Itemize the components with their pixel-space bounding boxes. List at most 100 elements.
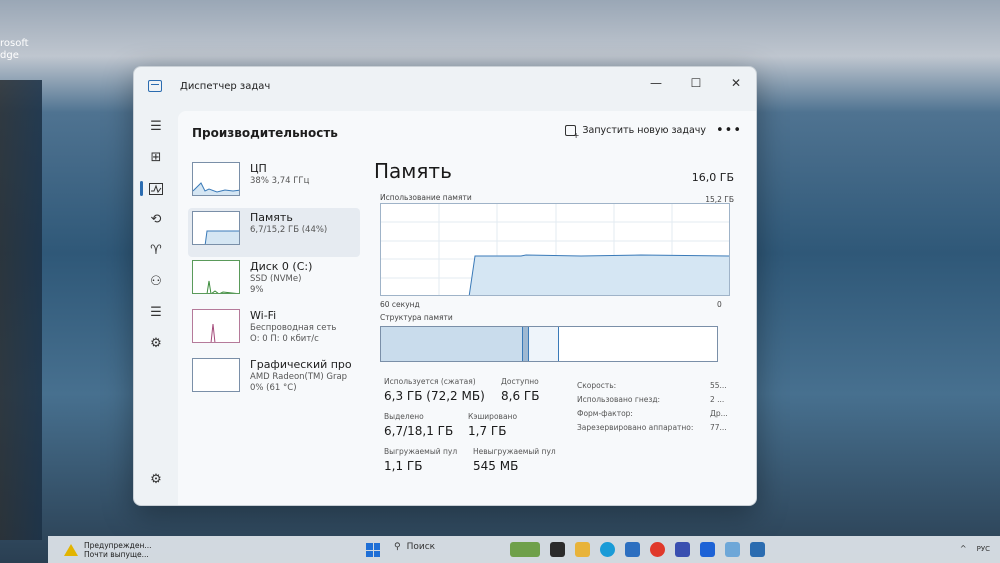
desktop-edge-label: rosoft dge (0, 38, 29, 61)
perf-item-wifi[interactable]: Wi-Fi Беспроводная сеть О: 0 П: 0 кбит/с (188, 306, 360, 355)
stat-label: Доступно (501, 377, 539, 386)
stat-value: 8,6 ГБ (501, 389, 540, 403)
processes-icon[interactable]: ⊞ (134, 142, 178, 173)
prop-value: 2 ... (710, 395, 725, 404)
nav-rail: ☰ ⊞ ⟲ ♈ ⚇ ☰ ⚙ ⚙ (134, 111, 178, 505)
perf-item-name: ЦП (250, 162, 267, 175)
stat-committed: Выделено 6,7/18,1 ГБ (384, 412, 453, 438)
settings-icon[interactable]: ⚙ (134, 464, 178, 495)
prop-key: Скорость: (577, 381, 617, 390)
store-icon[interactable] (625, 542, 640, 557)
close-button[interactable]: ✕ (716, 67, 756, 99)
desktop-edge-icon-label[interactable]: rosoft dge (0, 38, 40, 62)
stat-label: Используется (сжатая) (384, 377, 476, 386)
memory-thumbnail-graph (192, 211, 240, 245)
memory-structure-bar (380, 326, 718, 362)
prop-value: 55... (710, 381, 727, 390)
memory-usage-svg (381, 204, 729, 295)
perf-item-sub: 6,7/15,2 ГБ (44%) (250, 225, 328, 235)
pinned-apps (510, 542, 765, 557)
perf-item-memory[interactable]: Память 6,7/15,2 ГБ (44%) (188, 208, 360, 257)
perf-item-disk[interactable]: Диск 0 (C:) SSD (NVMe) 9% (188, 257, 360, 306)
stat-paged-pool: Выгружаемый пул 1,1 ГБ (384, 447, 457, 473)
content-header: Производительность Запустить новую задач… (178, 111, 756, 155)
perf-item-gpu[interactable]: Графический про AMD Radeon(TM) Grap 0% (… (188, 355, 360, 404)
history-icon[interactable]: ⟲ (134, 204, 178, 235)
perf-item-cpu[interactable]: ЦП 38% 3,74 ГГц (188, 159, 360, 208)
task-manager-taskbar-icon[interactable] (750, 542, 765, 557)
file-explorer-icon[interactable] (575, 542, 590, 557)
perf-item-sub: AMD Radeon(TM) Grap (250, 372, 348, 382)
prop-key: Форм-фактор: (577, 409, 633, 418)
app-icon[interactable] (675, 542, 690, 557)
windows-logo-icon (366, 543, 373, 550)
perf-item-sub2: О: 0 П: 0 кбит/с (250, 334, 319, 344)
perf-item-name: Графический про (250, 358, 352, 371)
perf-item-name: Память (250, 211, 293, 224)
task-manager-app-icon (148, 80, 162, 92)
run-new-task-button[interactable]: Запустить новую задачу (565, 125, 706, 140)
notification-widget[interactable]: Предупрежден... Почти выпуще... (64, 541, 152, 559)
more-options-button[interactable]: ••• (716, 123, 742, 138)
start-button[interactable] (366, 543, 380, 557)
minimize-button[interactable]: — (636, 67, 676, 99)
stat-value: 1,1 ГБ (384, 459, 423, 473)
disk-thumbnail-graph (192, 260, 240, 294)
monitor-bezel (0, 80, 42, 540)
edge-icon[interactable] (600, 542, 615, 557)
yandex-icon[interactable] (650, 542, 665, 557)
performance-content: Производительность Запустить новую задач… (178, 111, 756, 505)
structure-in-use (381, 327, 523, 361)
wifi-thumbnail-graph (192, 309, 240, 343)
perf-item-sub: Беспроводная сеть (250, 323, 337, 333)
stat-label: Невыгружаемый пул (473, 447, 556, 456)
chevron-up-icon[interactable]: ^ (960, 544, 967, 553)
prop-speed: Скорость: 55... (577, 381, 727, 390)
widgets-icon[interactable] (510, 542, 540, 557)
prop-value: 77... (710, 423, 727, 432)
structure-label: Структура памяти (380, 313, 453, 322)
perf-item-sub2: 0% (61 °C) (250, 383, 297, 393)
taskbar-search[interactable]: ⚲ Поиск (394, 542, 435, 552)
performance-icon[interactable] (134, 173, 178, 204)
stat-label: Выделено (384, 412, 424, 421)
stat-value: 6,3 ГБ (72,2 МБ) (384, 389, 485, 403)
structure-standby (529, 327, 559, 361)
perf-item-sub: 38% 3,74 ГГц (250, 176, 310, 186)
details-icon[interactable]: ☰ (134, 297, 178, 328)
prop-form-factor: Форм-фактор: Др... (577, 409, 728, 418)
memory-total: 16,0 ГБ (691, 171, 734, 184)
stat-available: Доступно 8,6 ГБ (501, 377, 539, 403)
dropbox-icon[interactable] (700, 542, 715, 557)
memory-title: Память (374, 159, 452, 183)
search-icon: ⚲ (394, 542, 401, 552)
lang-indicator[interactable]: РУС (977, 545, 990, 553)
task-manager-window: Диспетчер задач — ☐ ✕ ☰ ⊞ ⟲ ♈ ⚇ ☰ ⚙ ⚙ Пр… (133, 66, 757, 506)
hamburger-icon[interactable]: ☰ (134, 111, 178, 142)
titlebar[interactable]: Диспетчер задач — ☐ ✕ (134, 67, 756, 105)
services-icon[interactable]: ⚙ (134, 328, 178, 359)
app-icon[interactable] (725, 542, 740, 557)
run-task-icon (565, 125, 579, 140)
graph-axis-left: 60 секунд (380, 300, 420, 309)
search-label: Поиск (406, 542, 436, 552)
task-view-icon[interactable] (550, 542, 565, 557)
perf-item-sub: SSD (NVMe) (250, 274, 302, 284)
prop-value: Др... (710, 409, 728, 418)
stat-value: 6,7/18,1 ГБ (384, 424, 454, 438)
warning-icon (64, 543, 78, 556)
perf-resource-list: ЦП 38% 3,74 ГГц Память 6,7/15,2 ГБ (44%) (188, 159, 360, 404)
startup-icon[interactable]: ♈ (134, 235, 178, 266)
taskbar: Предупрежден... Почти выпуще... ⚲ Поиск … (48, 536, 1000, 563)
users-icon[interactable]: ⚇ (134, 266, 178, 297)
notification-line1: Предупрежден... (84, 540, 152, 550)
maximize-button[interactable]: ☐ (676, 67, 716, 99)
graph-axis-right: 0 (717, 300, 722, 309)
perf-item-name: Wi-Fi (250, 309, 277, 322)
memory-usage-area (469, 255, 729, 295)
run-new-task-label: Запустить новую задачу (582, 125, 706, 136)
stat-nonpaged-pool: Невыгружаемый пул 545 МБ (473, 447, 556, 473)
cpu-thumbnail-graph (192, 162, 240, 196)
prop-key: Зарезервировано аппаратно: (577, 423, 694, 432)
usage-graph-label: Использование памяти (380, 193, 472, 202)
